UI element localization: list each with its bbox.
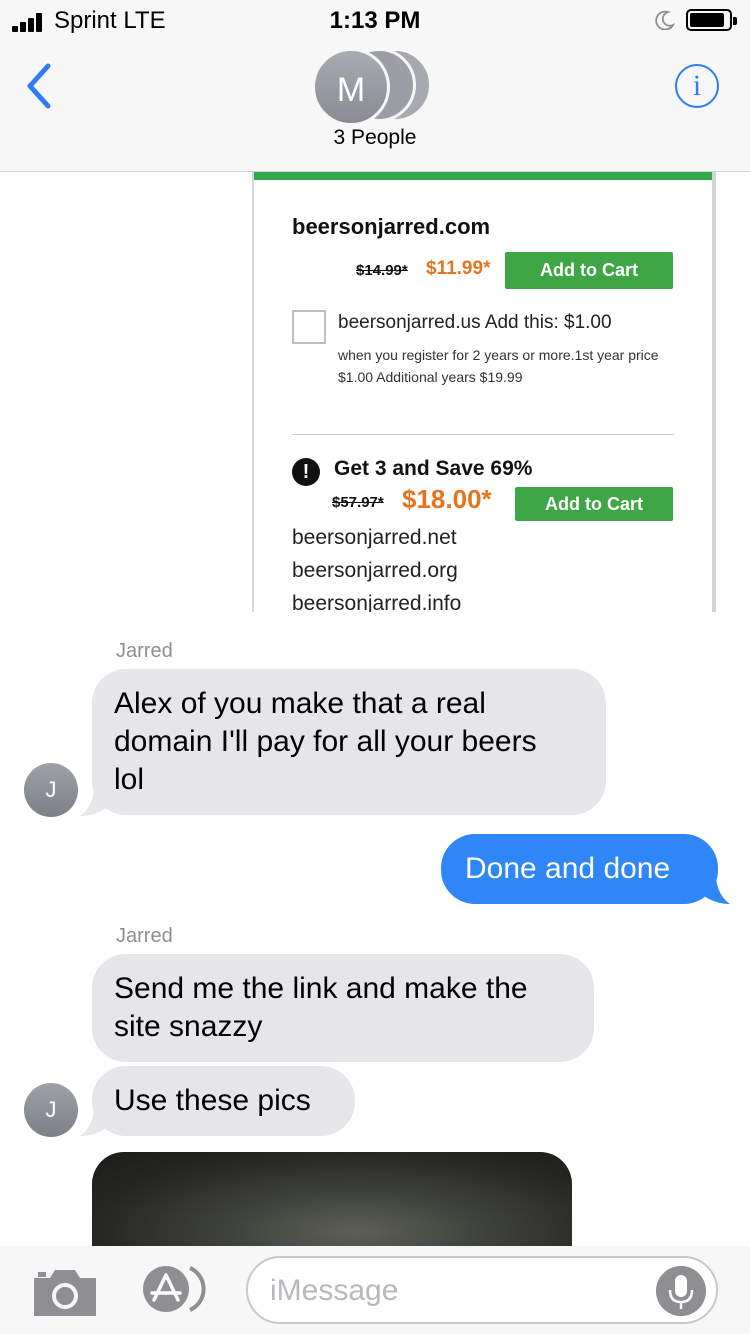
bundle-old-price: $57.97* bbox=[332, 494, 384, 511]
avatar[interactable]: J bbox=[24, 1083, 78, 1137]
banner-stripe bbox=[252, 172, 714, 180]
message-line: domain I'll pay for all your beers bbox=[114, 725, 537, 758]
message-line: Done and done bbox=[465, 852, 671, 885]
conversation-header: M 3 People i bbox=[0, 40, 750, 172]
group-avatar-stack[interactable]: M bbox=[312, 46, 442, 126]
message-input[interactable] bbox=[270, 1268, 650, 1314]
add-to-cart-button: Add to Cart bbox=[505, 252, 673, 289]
info-icon[interactable]: i bbox=[675, 64, 719, 108]
message-bubble[interactable]: Use these pics bbox=[92, 1066, 355, 1136]
message-bubble[interactable]: Done and done bbox=[441, 834, 718, 904]
message-bubble[interactable]: Send me the link and make the site snazz… bbox=[92, 954, 594, 1062]
group-name[interactable]: 3 People bbox=[0, 126, 750, 150]
sender-name: Jarred bbox=[116, 640, 173, 662]
sender-name: Jarred bbox=[116, 925, 173, 947]
moon-icon bbox=[655, 10, 675, 30]
addon-checkbox bbox=[292, 310, 326, 344]
photo-message[interactable] bbox=[92, 1152, 572, 1252]
bundle-domain: beersonjarred.net bbox=[292, 526, 457, 549]
bundle-title: Get 3 and Save 69% bbox=[334, 457, 533, 480]
addon-note: when you register for 2 years or more.1s… bbox=[338, 347, 659, 385]
microphone-icon[interactable] bbox=[656, 1266, 706, 1316]
message-line: Use these pics bbox=[114, 1084, 311, 1117]
message-line: Alex of you make that a real bbox=[114, 687, 486, 720]
image-edge bbox=[252, 172, 254, 612]
sale-price: $11.99* bbox=[426, 258, 491, 279]
status-time: 1:13 PM bbox=[329, 7, 421, 34]
bundle-domain: beersonjarred.org bbox=[292, 559, 458, 582]
image-edge bbox=[712, 172, 716, 612]
message-line: Send me the link and make the bbox=[114, 972, 528, 1005]
shared-screenshot-image[interactable]: beersonjarred.com $14.99* $11.99* Add to… bbox=[252, 172, 718, 612]
message-line: lol bbox=[114, 763, 145, 796]
camera-icon[interactable] bbox=[30, 1266, 100, 1318]
old-price: $14.99* bbox=[356, 262, 408, 279]
bundle-sale-price: $18.00* bbox=[402, 484, 492, 514]
appstore-icon[interactable] bbox=[140, 1264, 214, 1314]
divider bbox=[292, 434, 674, 435]
domain-name: beersonjarred.com bbox=[292, 214, 491, 239]
bundle-domain: beersonjarred.info bbox=[292, 592, 462, 612]
message-bubble[interactable]: Alex of you make that a real domain I'll… bbox=[92, 669, 606, 815]
back-chevron-icon[interactable] bbox=[22, 60, 56, 112]
battery-icon bbox=[686, 9, 737, 31]
imessage-field[interactable] bbox=[246, 1256, 718, 1324]
bundle-add-to-cart-button: Add to Cart bbox=[515, 487, 673, 521]
message-line: site snazzy bbox=[114, 1010, 263, 1043]
avatar[interactable]: J bbox=[24, 763, 78, 817]
status-bar: Sprint LTE 1:13 PM bbox=[0, 0, 750, 40]
addon-offer: beersonjarred.us Add this: $1.00 bbox=[338, 312, 612, 333]
avatar: M bbox=[312, 48, 390, 126]
alert-icon: ! bbox=[292, 458, 320, 486]
compose-bar bbox=[0, 1246, 750, 1334]
